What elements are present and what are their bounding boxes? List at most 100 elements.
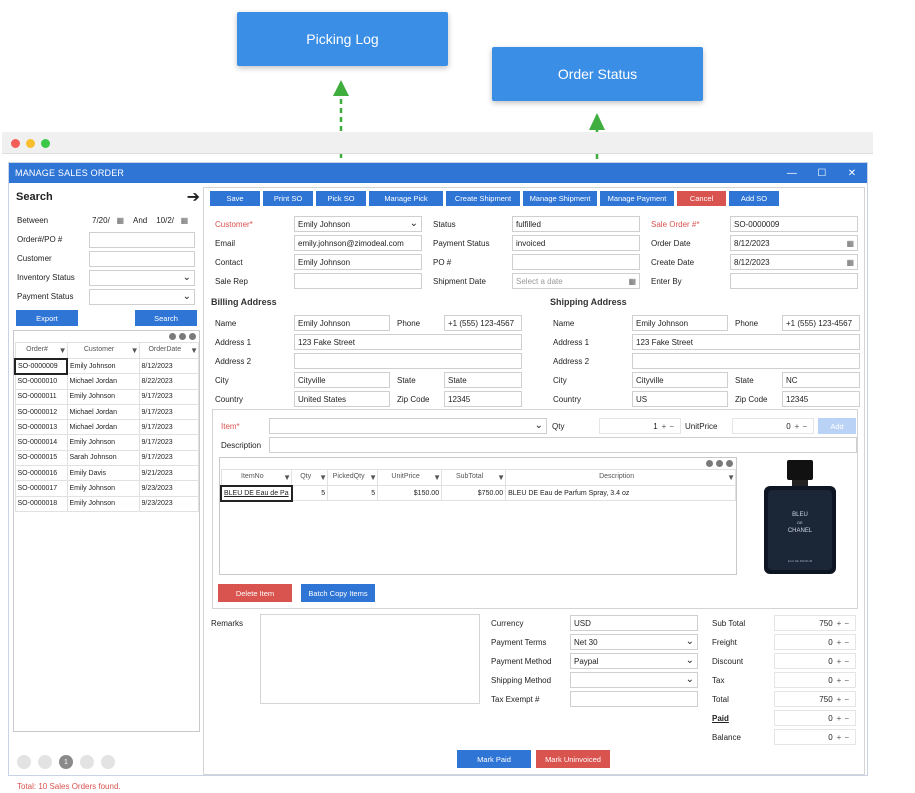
pager-first[interactable]: [17, 755, 31, 769]
arrow-right-icon[interactable]: ➔: [187, 187, 200, 207]
calendar-icon[interactable]: ▦: [846, 239, 854, 248]
itemno-col-header[interactable]: ItemNo ▼: [220, 469, 293, 486]
filter-icon[interactable]: ▼: [131, 346, 139, 355]
table-row[interactable]: SO-0000009 Emily Johnson 8/12/2023: [14, 357, 199, 375]
sale-rep-field[interactable]: [294, 273, 422, 289]
minimize-icon[interactable]: —: [777, 168, 807, 179]
discount-stepper[interactable]: 0 +−: [774, 653, 856, 669]
status-field[interactable]: fulfilled: [512, 216, 640, 232]
manage-pick-button[interactable]: Manage Pick: [369, 191, 443, 206]
filter-icon[interactable]: ▼: [283, 473, 291, 482]
date-to-input[interactable]: 10/2/ ▦: [153, 212, 192, 229]
order-po-input[interactable]: [89, 231, 195, 248]
unitprice-col-header[interactable]: UnitPrice ▼: [377, 469, 443, 486]
grid-menu-icon[interactable]: [14, 331, 199, 342]
print-so-button[interactable]: Print SO: [263, 191, 313, 206]
tax-stepper[interactable]: 0 +−: [774, 672, 856, 688]
delete-item-button[interactable]: Delete Item: [218, 584, 292, 602]
order-date-input[interactable]: 8/12/2023 ▦: [730, 235, 858, 251]
shipping-address1-field[interactable]: 123 Fake Street: [632, 334, 860, 350]
customer-col-header[interactable]: Customer ▼: [66, 342, 140, 359]
plus-minus-icon[interactable]: +−: [837, 619, 852, 628]
grid-menu-icon[interactable]: [220, 458, 736, 469]
po-field[interactable]: [512, 254, 640, 270]
date-from-input[interactable]: 7/20/ ▦: [89, 212, 127, 229]
billing-zip-field[interactable]: 12345: [444, 391, 522, 407]
mark-paid-button[interactable]: Mark Paid: [457, 750, 531, 768]
pager-next[interactable]: [80, 755, 94, 769]
filter-icon[interactable]: ▼: [433, 473, 441, 482]
save-button[interactable]: Save: [210, 191, 260, 206]
sale-order-field[interactable]: SO-0000009: [730, 216, 858, 232]
table-row[interactable]: SO-0000011 Emily Johnson 9/17/2023: [14, 388, 199, 405]
calendar-icon[interactable]: ▦: [116, 216, 124, 225]
shipping-country-field[interactable]: US: [632, 391, 728, 407]
payment-terms-select[interactable]: Net 30: [570, 634, 698, 650]
table-row[interactable]: BLEU DE Eau de Pa 5 5 $150.00 $750.00 BL…: [220, 484, 736, 502]
create-date-input[interactable]: 8/12/2023 ▦: [730, 254, 858, 270]
billing-phone-field[interactable]: +1 (555) 123-4567: [444, 315, 522, 331]
table-row[interactable]: SO-0000018 Emily Johnson 9/23/2023: [14, 495, 199, 512]
filter-icon[interactable]: ▼: [59, 346, 67, 355]
billing-country-field[interactable]: United States: [294, 391, 390, 407]
calendar-icon[interactable]: ▦: [846, 258, 854, 267]
orderdate-col-header[interactable]: OrderDate ▼: [138, 342, 199, 359]
shipping-city-field[interactable]: Cityville: [632, 372, 728, 388]
shipping-state-field[interactable]: NC: [782, 372, 860, 388]
add-so-button[interactable]: Add SO: [729, 191, 779, 206]
plus-minus-icon[interactable]: +−: [837, 638, 852, 647]
shipment-date-input[interactable]: Select a date ▦: [512, 273, 640, 289]
plus-minus-icon[interactable]: +−: [837, 695, 852, 704]
table-row[interactable]: SO-0000016 Emily Davis 9/21/2023: [14, 465, 199, 482]
paid-label[interactable]: Paid: [712, 714, 729, 723]
plus-minus-icon[interactable]: +−: [837, 657, 852, 666]
plus-minus-icon[interactable]: +−: [795, 422, 810, 431]
payment-status-select[interactable]: [89, 288, 195, 305]
table-row[interactable]: SO-0000013 Michael Jordan 9/17/2023: [14, 419, 199, 436]
plus-minus-icon[interactable]: +−: [837, 676, 852, 685]
billing-state-field[interactable]: State: [444, 372, 522, 388]
table-row[interactable]: SO-0000010 Michael Jordan 8/22/2023: [14, 373, 199, 390]
contact-field[interactable]: Emily Johnson: [294, 254, 422, 270]
billing-address1-field[interactable]: 123 Fake Street: [294, 334, 522, 350]
shipping-name-field[interactable]: Emily Johnson: [632, 315, 728, 331]
pickedqty-col-header[interactable]: PickedQty ▼: [327, 469, 379, 486]
enter-by-field[interactable]: [730, 273, 858, 289]
manage-shipment-button[interactable]: Manage Shipment: [523, 191, 597, 206]
billing-city-field[interactable]: Cityville: [294, 372, 390, 388]
close-icon[interactable]: ✕: [837, 168, 867, 179]
plus-minus-icon[interactable]: +−: [662, 422, 677, 431]
table-row[interactable]: SO-0000017 Emily Johnson 9/23/2023: [14, 480, 199, 497]
table-row[interactable]: SO-0000015 Sarah Johnson 9/17/2023: [14, 449, 199, 467]
shipping-method-select[interactable]: [570, 672, 698, 688]
table-row[interactable]: SO-0000012 Michael Jordan 9/17/2023: [14, 403, 199, 421]
payment-method-select[interactable]: Paypal: [570, 653, 698, 669]
inventory-status-select[interactable]: [89, 269, 195, 286]
create-shipment-button[interactable]: Create Shipment: [446, 191, 520, 206]
shipping-address2-field[interactable]: [632, 353, 860, 369]
billing-address2-field[interactable]: [294, 353, 522, 369]
description-col-header[interactable]: Description ▼: [505, 469, 736, 486]
table-row[interactable]: SO-0000014 Emily Johnson 9/17/2023: [14, 434, 199, 451]
payment-status-field[interactable]: invoiced: [512, 235, 640, 251]
sub-total-stepper[interactable]: 750 +−: [774, 615, 856, 631]
qty-stepper[interactable]: 1 +−: [599, 418, 681, 434]
tax-exempt-field[interactable]: [570, 691, 698, 707]
filter-icon[interactable]: ▼: [497, 473, 505, 482]
calendar-icon[interactable]: ▦: [181, 216, 189, 225]
add-item-button[interactable]: Add: [818, 418, 856, 434]
export-button[interactable]: Export: [16, 310, 78, 326]
qty-col-header[interactable]: Qty ▼: [291, 469, 329, 486]
batch-copy-button[interactable]: Batch Copy Items: [301, 584, 375, 602]
maximize-dot[interactable]: [41, 139, 50, 148]
shipping-phone-field[interactable]: +1 (555) 123-4567: [782, 315, 860, 331]
mark-uninvoiced-button[interactable]: Mark Uninvoiced: [536, 750, 610, 768]
order-col-header[interactable]: Order# ▼: [14, 342, 68, 359]
pager-prev[interactable]: [38, 755, 52, 769]
billing-name-field[interactable]: Emily Johnson: [294, 315, 390, 331]
customer-select[interactable]: Emily Johnson: [294, 216, 422, 232]
search-button[interactable]: Search: [135, 310, 197, 326]
pager-last[interactable]: [101, 755, 115, 769]
item-select[interactable]: [269, 418, 547, 434]
freight-stepper[interactable]: 0 +−: [774, 634, 856, 650]
